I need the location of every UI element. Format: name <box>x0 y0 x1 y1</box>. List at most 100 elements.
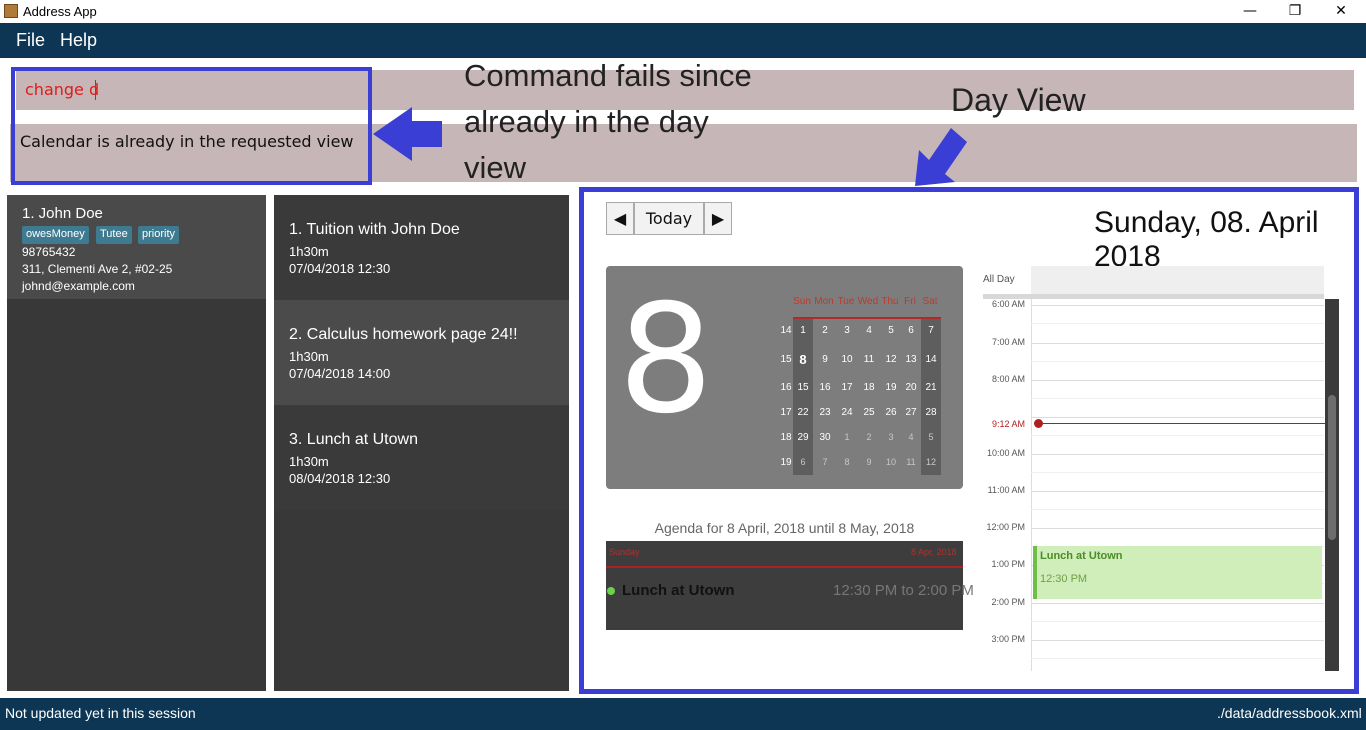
weekday-header: Sat <box>922 296 938 307</box>
hour-label: 8:00 AM <box>991 374 1025 384</box>
annotation-line: Command fails since <box>464 58 752 93</box>
hour-label: 11:00 AM <box>987 485 1025 495</box>
half-hour-line <box>1031 658 1324 659</box>
month-day-cell[interactable]: 5 <box>880 325 902 336</box>
window-title: Address App <box>23 4 97 19</box>
month-day-cell[interactable]: 6 <box>900 325 922 336</box>
save-location: ./data/addressbook.xml <box>1217 705 1362 721</box>
hour-line <box>1031 380 1324 381</box>
month-day-cell[interactable]: 27 <box>900 407 922 418</box>
sync-status: Not updated yet in this session <box>5 705 196 721</box>
month-day-cell[interactable]: 2 <box>814 325 836 336</box>
half-hour-line <box>1031 509 1324 510</box>
person-phone: 98765432 <box>22 245 76 259</box>
scrollbar-thumb[interactable] <box>1328 395 1336 540</box>
month-day-cell[interactable]: 30 <box>814 432 836 443</box>
month-day-cell[interactable]: 4 <box>900 432 922 442</box>
month-day-cell[interactable]: 12 <box>880 354 902 365</box>
month-day-cell[interactable]: 7 <box>920 325 942 336</box>
hour-line <box>1031 454 1324 455</box>
tag-priority: priority <box>138 226 180 244</box>
month-day-cell[interactable]: 9 <box>814 354 836 365</box>
month-day-cell[interactable]: 15 <box>792 382 814 393</box>
half-hour-line <box>1031 435 1324 436</box>
previous-day-button[interactable]: ◀ <box>606 202 634 235</box>
saturday-column <box>921 319 941 475</box>
month-day-cell[interactable]: 18 <box>858 382 880 393</box>
month-day-cell[interactable]: 16 <box>814 382 836 393</box>
month-day-cell[interactable]: 3 <box>880 432 902 442</box>
half-hour-line <box>1031 361 1324 362</box>
status-bar <box>0 698 1366 730</box>
month-day-cell[interactable]: 1 <box>836 432 858 442</box>
month-day-cell[interactable]: 11 <box>858 354 880 365</box>
month-day-cell[interactable]: 12 <box>920 457 942 467</box>
current-time-line <box>1038 423 1325 424</box>
task-datetime: 08/04/2018 12:30 <box>289 471 391 486</box>
agenda-event-title[interactable]: Lunch at Utown <box>622 582 735 599</box>
restore-icon[interactable]: ❐ <box>1272 0 1318 23</box>
half-hour-line <box>1031 398 1324 399</box>
agenda-title: Agenda for 8 April, 2018 until 8 May, 20… <box>654 520 915 536</box>
calendar-event-time: 12:30 PM <box>1040 573 1088 585</box>
task-title: 3. Lunch at Utown <box>289 431 418 448</box>
month-day-cell[interactable]: 25 <box>858 407 880 418</box>
month-day-cell[interactable]: 28 <box>920 407 942 418</box>
day-timeline[interactable] <box>1031 299 1324 671</box>
tag-tutee: Tutee <box>96 226 132 244</box>
window-title-bar <box>0 0 1366 23</box>
month-day-cell[interactable]: 23 <box>814 407 836 418</box>
month-day-cell[interactable]: 6 <box>792 457 814 467</box>
month-day-cell[interactable]: 8 <box>792 352 814 367</box>
next-day-button[interactable]: ▶ <box>704 202 732 235</box>
hour-label: 7:00 AM <box>991 337 1025 347</box>
month-day-cell[interactable]: 24 <box>836 407 858 418</box>
annotation-highlight-box <box>11 67 372 185</box>
month-day-cell[interactable]: 9 <box>858 457 880 467</box>
month-day-cell[interactable]: 1 <box>792 325 814 336</box>
month-day-cell[interactable]: 21 <box>920 382 942 393</box>
month-day-cell[interactable]: 11 <box>900 457 922 467</box>
agenda-event-time: 12:30 PM to 2:00 PM <box>833 582 974 599</box>
close-icon[interactable]: ✕ <box>1318 0 1364 23</box>
agenda-day-date: 8 Apr, 2018 <box>911 547 957 557</box>
month-day-cell[interactable]: 3 <box>836 325 858 336</box>
month-day-cell[interactable]: 20 <box>900 382 922 393</box>
weekday-header: Tue <box>837 296 855 307</box>
person-name: 1. John Doe <box>22 205 103 222</box>
month-day-cell[interactable]: 8 <box>836 457 858 467</box>
month-day-cell[interactable]: 26 <box>880 407 902 418</box>
month-day-cell[interactable]: 4 <box>858 325 880 336</box>
weekday-header: Thu <box>881 296 899 307</box>
half-hour-line <box>1031 621 1324 622</box>
hour-label: 10:00 AM <box>986 448 1025 458</box>
month-day-cell[interactable]: 10 <box>880 457 902 467</box>
month-day-cell[interactable]: 14 <box>920 354 942 365</box>
today-button[interactable]: Today <box>634 202 704 235</box>
annotation-command-fails: Command fails since already in the day v… <box>464 53 804 191</box>
person-address: 311, Clementi Ave 2, #02-25 <box>22 262 173 276</box>
month-day-cell[interactable]: 2 <box>858 432 880 442</box>
minimize-icon[interactable]: — <box>1227 0 1273 23</box>
month-day-cell[interactable]: 17 <box>836 382 858 393</box>
person-email: johnd@example.com <box>22 279 135 293</box>
task-datetime: 07/04/2018 12:30 <box>289 261 391 276</box>
task-duration: 1h30m <box>289 244 329 259</box>
hour-label: 12:00 PM <box>986 522 1025 532</box>
menu-help[interactable]: Help <box>60 30 97 51</box>
agenda-divider <box>606 566 963 568</box>
menu-file[interactable]: File <box>16 30 45 51</box>
month-day-cell[interactable]: 19 <box>880 382 902 393</box>
month-day-cell[interactable]: 13 <box>900 354 922 365</box>
month-day-cell[interactable]: 5 <box>920 432 942 442</box>
month-day-cell[interactable]: 10 <box>836 354 858 365</box>
month-day-cell[interactable]: 29 <box>792 432 814 443</box>
half-hour-line <box>1031 472 1324 473</box>
weekday-header: Fri <box>904 296 916 307</box>
month-day-cell[interactable]: 7 <box>814 457 836 467</box>
weekday-header: Sun <box>793 296 811 307</box>
month-day-cell[interactable]: 22 <box>792 407 814 418</box>
all-day-label: All Day <box>983 274 1015 285</box>
all-day-area[interactable] <box>1031 266 1324 294</box>
hour-line <box>1031 603 1324 604</box>
